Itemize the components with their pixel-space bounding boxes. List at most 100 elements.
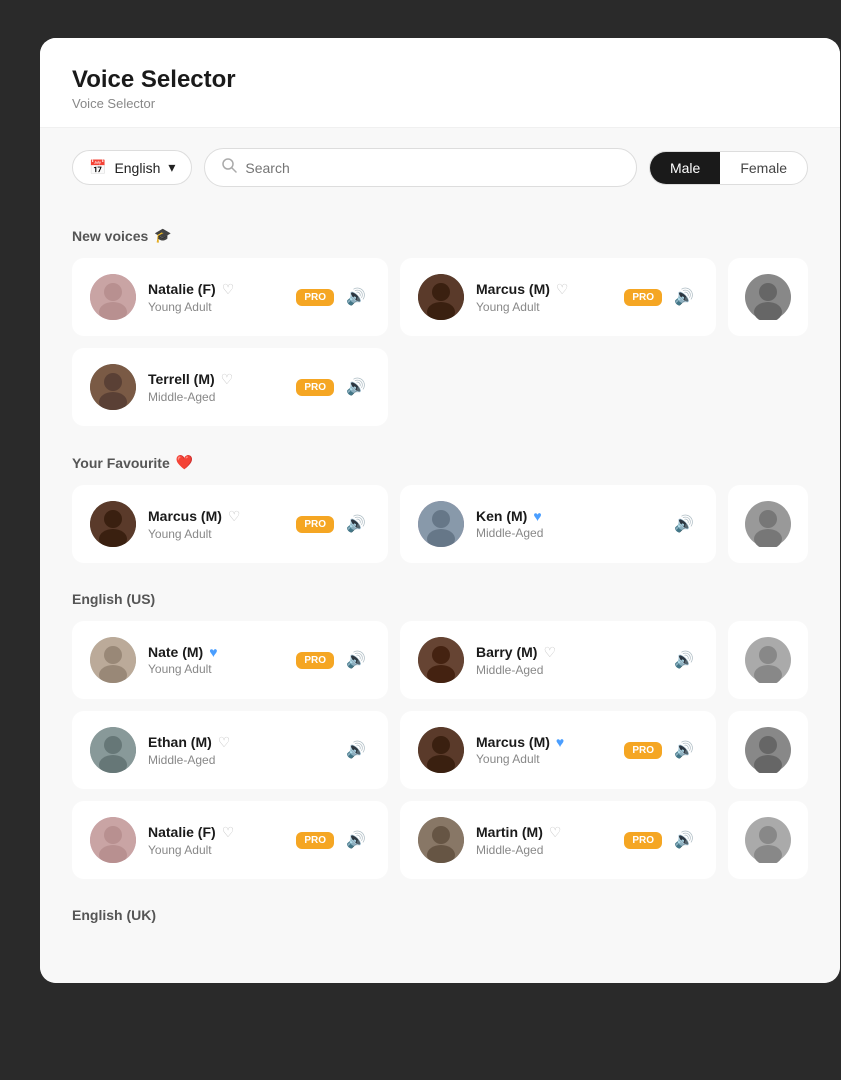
modal-title: Voice Selector	[72, 66, 808, 94]
voice-age-marcus-new: Young Adult	[476, 300, 612, 314]
play-button-nate[interactable]: 🔊	[342, 646, 370, 674]
avatar-natalie-new	[90, 274, 136, 320]
section-title-english-us: English (US)	[72, 591, 808, 607]
voice-actions-natalie-us: PRO 🔊	[296, 826, 370, 854]
voice-name-barry: Barry (M)	[476, 644, 537, 660]
language-label: English	[114, 160, 160, 176]
calendar-icon: 📅	[89, 159, 106, 176]
voice-actions-nate: PRO 🔊	[296, 646, 370, 674]
voice-age-martin: Middle-Aged	[476, 843, 612, 857]
voice-card-nate[interactable]: Nate (M) ♥ Young Adult PRO 🔊	[72, 621, 388, 699]
voice-name-nate: Nate (M)	[148, 644, 203, 660]
voice-age-ken: Middle-Aged	[476, 526, 658, 540]
play-button-marcus-fav[interactable]: 🔊	[342, 510, 370, 538]
heart-icon-nate[interactable]: ♥	[209, 644, 217, 660]
avatar-ethan	[90, 727, 136, 773]
heart-icon-barry[interactable]: ♡	[543, 644, 556, 661]
pro-badge-marcus-fav: PRO	[296, 516, 334, 533]
avatar-marcus-new	[418, 274, 464, 320]
play-button-martin[interactable]: 🔊	[670, 826, 698, 854]
voice-actions-ethan: 🔊	[342, 736, 370, 764]
play-button-barry[interactable]: 🔊	[670, 646, 698, 674]
heart-icon-marcus-new[interactable]: ♡	[556, 281, 569, 298]
tab-male[interactable]: Male	[650, 152, 720, 184]
voice-actions-martin: PRO 🔊	[624, 826, 698, 854]
tab-female[interactable]: Female	[720, 152, 807, 184]
voice-name-marcus-fav: Marcus (M)	[148, 508, 222, 524]
voice-card-barry[interactable]: Barry (M) ♡ Middle-Aged 🔊	[400, 621, 716, 699]
pro-badge-natalie-us: PRO	[296, 832, 334, 849]
heart-icon-marcus-fav[interactable]: ♡	[228, 508, 241, 525]
partial-card-us-3	[728, 801, 808, 879]
voice-info-natalie-us: Natalie (F) ♡ Young Adult	[148, 824, 284, 857]
section-english-us: English (US) Nate (M) ♥	[72, 591, 808, 879]
voice-name-natalie-new: Natalie (F)	[148, 281, 216, 297]
heart-icon-marcus-us[interactable]: ♥	[556, 734, 564, 750]
voice-card-ethan[interactable]: Ethan (M) ♡ Middle-Aged 🔊	[72, 711, 388, 789]
heart-icon-ethan[interactable]: ♡	[218, 734, 231, 751]
voice-card-natalie-us[interactable]: Natalie (F) ♡ Young Adult PRO 🔊	[72, 801, 388, 879]
new-voices-grid: Natalie (F) ♡ Young Adult PRO 🔊	[72, 258, 808, 426]
voice-age-nate: Young Adult	[148, 662, 284, 676]
modal-controls: 📅 English ▾ Male Female	[40, 128, 840, 207]
section-title-english-uk: English (UK)	[72, 907, 808, 923]
voice-info-marcus-new: Marcus (M) ♡ Young Adult	[476, 281, 612, 314]
pro-badge-natalie-new: PRO	[296, 289, 334, 306]
partial-card-new	[728, 258, 808, 336]
voice-card-ken[interactable]: Ken (M) ♥ Middle-Aged 🔊	[400, 485, 716, 563]
voice-info-nate: Nate (M) ♥ Young Adult	[148, 644, 284, 676]
avatar-terrell	[90, 364, 136, 410]
pro-badge-marcus-new: PRO	[624, 289, 662, 306]
play-button-terrell[interactable]: 🔊	[342, 373, 370, 401]
favourite-grid: Marcus (M) ♡ Young Adult PRO 🔊	[72, 485, 808, 563]
voice-actions-marcus-us: PRO 🔊	[624, 736, 698, 764]
voice-age-marcus-fav: Young Adult	[148, 527, 284, 541]
language-selector[interactable]: 📅 English ▾	[72, 150, 192, 185]
heart-icon-natalie-us[interactable]: ♡	[222, 824, 235, 841]
voice-card-marcus-fav[interactable]: Marcus (M) ♡ Young Adult PRO 🔊	[72, 485, 388, 563]
section-your-favourite: Your Favourite ❤️ Marcus (M)	[72, 454, 808, 563]
voice-name-ken: Ken (M)	[476, 508, 527, 524]
play-button-natalie-new[interactable]: 🔊	[342, 283, 370, 311]
voice-info-barry: Barry (M) ♡ Middle-Aged	[476, 644, 658, 677]
play-button-natalie-us[interactable]: 🔊	[342, 826, 370, 854]
play-button-ethan[interactable]: 🔊	[342, 736, 370, 764]
heart-icon-martin[interactable]: ♡	[549, 824, 562, 841]
modal-header: Voice Selector Voice Selector	[40, 38, 840, 128]
search-box	[204, 148, 637, 187]
play-button-marcus-new[interactable]: 🔊	[670, 283, 698, 311]
section-english-uk: English (UK)	[72, 907, 808, 923]
pro-badge-terrell: PRO	[296, 379, 334, 396]
voice-info-terrell: Terrell (M) ♡ Middle-Aged	[148, 371, 284, 404]
play-button-ken[interactable]: 🔊	[670, 510, 698, 538]
voice-info-marcus-fav: Marcus (M) ♡ Young Adult	[148, 508, 284, 541]
voice-actions-marcus-new: PRO 🔊	[624, 283, 698, 311]
search-input[interactable]	[245, 160, 620, 176]
voice-actions-natalie-new: PRO 🔊	[296, 283, 370, 311]
voice-card-martin[interactable]: Martin (M) ♡ Middle-Aged PRO 🔊	[400, 801, 716, 879]
voice-info-ethan: Ethan (M) ♡ Middle-Aged	[148, 734, 330, 767]
avatar-ken	[418, 501, 464, 547]
voice-name-ethan: Ethan (M)	[148, 734, 212, 750]
voice-actions-terrell: PRO 🔊	[296, 373, 370, 401]
voice-age-natalie-us: Young Adult	[148, 843, 284, 857]
play-button-marcus-us[interactable]: 🔊	[670, 736, 698, 764]
avatar-barry	[418, 637, 464, 683]
voice-card-marcus-new[interactable]: Marcus (M) ♡ Young Adult PRO 🔊	[400, 258, 716, 336]
chevron-down-icon: ▾	[168, 159, 175, 176]
modal-body: New voices 🎓 Natalie (F)	[40, 207, 840, 983]
voice-selector-modal: Voice Selector Voice Selector 📅 English …	[40, 38, 840, 983]
voice-card-natalie-new[interactable]: Natalie (F) ♡ Young Adult PRO 🔊	[72, 258, 388, 336]
section-title-your-favourite: Your Favourite ❤️	[72, 454, 808, 471]
heart-icon-ken[interactable]: ♥	[533, 508, 541, 524]
voice-card-terrell[interactable]: Terrell (M) ♡ Middle-Aged PRO 🔊	[72, 348, 388, 426]
voice-name-martin: Martin (M)	[476, 824, 543, 840]
voice-age-ethan: Middle-Aged	[148, 753, 330, 767]
voice-actions-marcus-fav: PRO 🔊	[296, 510, 370, 538]
english-us-grid: Nate (M) ♥ Young Adult PRO 🔊	[72, 621, 808, 879]
heart-icon-terrell[interactable]: ♡	[221, 371, 234, 388]
voice-age-marcus-us: Young Adult	[476, 752, 612, 766]
section-title-new-voices: New voices 🎓	[72, 227, 808, 244]
voice-card-marcus-us[interactable]: Marcus (M) ♥ Young Adult PRO 🔊	[400, 711, 716, 789]
heart-icon-natalie-new[interactable]: ♡	[222, 281, 235, 298]
